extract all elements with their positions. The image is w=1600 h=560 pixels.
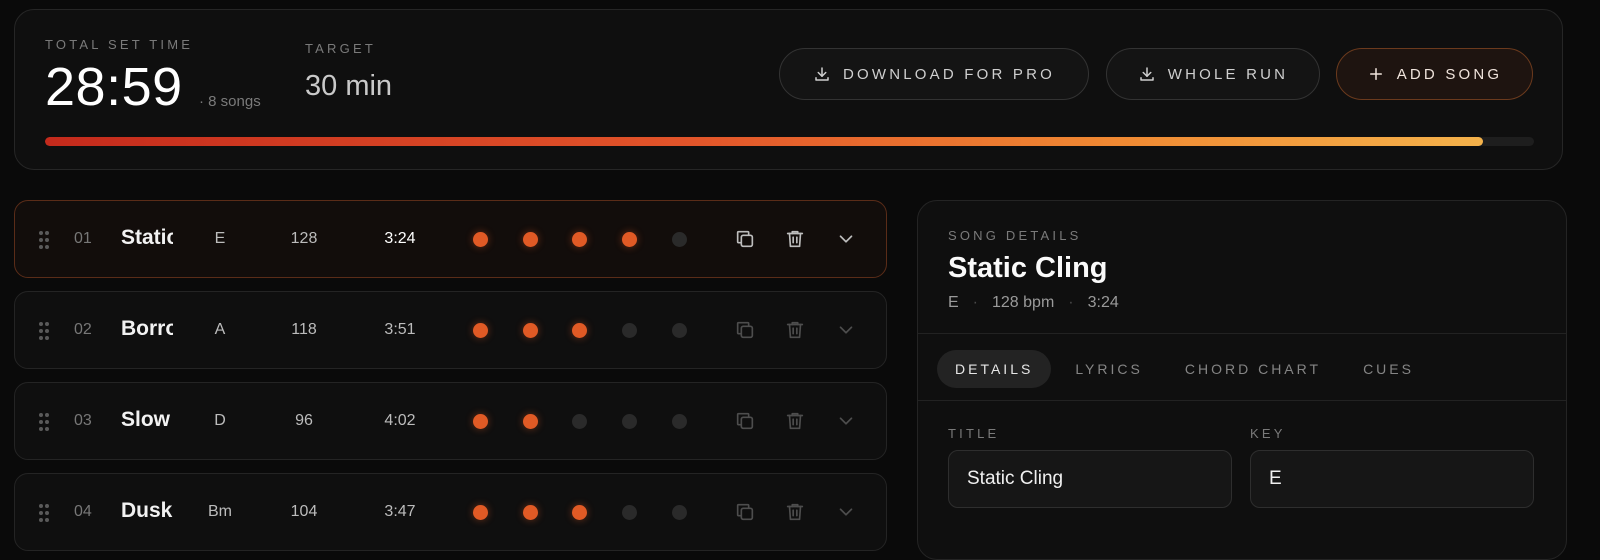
tab-lyrics[interactable]: LYRICS <box>1057 350 1161 388</box>
rating-dot[interactable] <box>672 323 687 338</box>
target-label: TARGET <box>305 41 376 56</box>
rating-dot[interactable] <box>572 232 587 247</box>
song-number: 02 <box>74 321 92 338</box>
duplicate-icon[interactable] <box>734 319 756 341</box>
duplicate-icon[interactable] <box>734 410 756 432</box>
song-title: Slow <box>121 408 171 431</box>
song-bpm: 128 <box>290 230 318 247</box>
download-for-pro-button[interactable]: DOWNLOAD FOR PRO <box>779 48 1089 100</box>
rating-dot[interactable] <box>523 505 538 520</box>
song-details-label: SONG DETAILS <box>948 228 1082 243</box>
rating-dot[interactable] <box>622 323 637 338</box>
trash-icon[interactable] <box>784 319 806 341</box>
song-duration: 4:02 <box>384 412 416 429</box>
add-song-button[interactable]: ADD SONG <box>1336 48 1533 100</box>
song-bpm: 118 <box>291 321 317 338</box>
song-duration: 3:24 <box>384 230 416 247</box>
duplicate-icon[interactable] <box>734 501 756 523</box>
rating-dot[interactable] <box>672 232 687 247</box>
rating-dot[interactable] <box>523 323 538 338</box>
song-key: E <box>214 230 226 247</box>
title-field[interactable]: Static Cling <box>948 450 1232 508</box>
chevron-down-icon[interactable] <box>835 319 857 341</box>
song-row[interactable]: 03 Slow D 96 4:02 <box>14 382 887 460</box>
rating-dot[interactable] <box>622 414 637 429</box>
song-title: Dusk <box>121 499 173 522</box>
trash-icon[interactable] <box>784 410 806 432</box>
rating-dot[interactable] <box>622 505 637 520</box>
rating-dot[interactable] <box>473 323 488 338</box>
set-time-progress-fill <box>45 137 1484 146</box>
rating-dot[interactable] <box>572 505 587 520</box>
download-for-pro-label: DOWNLOAD FOR PRO <box>842 65 1056 83</box>
song-count: · 8 songs <box>199 93 261 110</box>
duplicate-icon[interactable] <box>734 228 756 250</box>
drag-handle-icon[interactable] <box>38 230 50 250</box>
drag-handle-icon[interactable] <box>38 321 50 341</box>
chevron-down-icon[interactable] <box>835 410 857 432</box>
set-summary-card: TOTAL SET TIME 28:59 · 8 songs TARGET 30… <box>14 9 1563 170</box>
song-key: A <box>214 321 226 338</box>
set-time-progress-bar <box>45 137 1534 146</box>
song-title: Borrowed <box>121 317 173 340</box>
song-row[interactable]: 02 Borrowed A 118 3:51 <box>14 291 887 369</box>
rating-dot[interactable] <box>622 232 637 247</box>
song-key: Bm <box>208 503 232 520</box>
whole-run-button[interactable]: WHOLE RUN <box>1106 48 1320 100</box>
tab-chord-chart[interactable]: CHORD CHART <box>1167 350 1339 388</box>
key-field-label: KEY <box>1250 426 1286 441</box>
whole-run-label: WHOLE RUN <box>1167 65 1289 83</box>
tab-cues[interactable]: CUES <box>1345 350 1432 388</box>
rating-dot[interactable] <box>572 414 587 429</box>
drag-handle-icon[interactable] <box>38 503 50 523</box>
details-tabs: DETAILS LYRICS CHORD CHART CUES <box>937 350 1432 388</box>
divider <box>918 333 1566 334</box>
rating-dot[interactable] <box>672 414 687 429</box>
rating-dot[interactable] <box>672 505 687 520</box>
rating-dot[interactable] <box>523 232 538 247</box>
song-row[interactable]: 04 Dusk Bm 104 3:47 <box>14 473 887 551</box>
chevron-down-icon[interactable] <box>835 228 857 250</box>
plus-icon <box>1369 68 1382 80</box>
title-field-label: TITLE <box>948 426 1000 441</box>
meta-duration: 3:24 <box>1087 294 1119 311</box>
song-number: 01 <box>74 230 92 247</box>
song-details-meta: E · 128 bpm · 3:24 <box>948 294 1119 312</box>
drag-handle-icon[interactable] <box>38 412 50 432</box>
divider <box>918 400 1566 401</box>
rating-dot[interactable] <box>473 232 488 247</box>
rating-dot[interactable] <box>473 505 488 520</box>
download-icon <box>1140 67 1154 81</box>
rating-dot[interactable] <box>572 323 587 338</box>
trash-icon[interactable] <box>784 228 806 250</box>
song-duration: 3:47 <box>384 503 416 520</box>
meta-bpm: 128 bpm <box>992 294 1055 311</box>
tab-details[interactable]: DETAILS <box>937 350 1052 388</box>
song-details-title: Static Cling <box>948 252 1108 284</box>
song-details-panel: SONG DETAILS Static Cling E · 128 bpm · … <box>917 200 1567 560</box>
song-bpm: 104 <box>290 503 318 520</box>
song-key: D <box>214 412 226 429</box>
song-bpm: 96 <box>295 412 313 429</box>
add-song-label: ADD SONG <box>1396 65 1503 83</box>
meta-separator: · <box>972 294 978 311</box>
total-set-time-label: TOTAL SET TIME <box>45 37 194 52</box>
song-number: 04 <box>74 503 92 520</box>
total-set-time-value: 28:59 <box>45 57 183 117</box>
meta-key: E <box>948 294 959 311</box>
song-row[interactable]: 01 Static Cling E 128 3:24 <box>14 200 887 278</box>
target-value: 30 min <box>305 70 393 102</box>
meta-separator: · <box>1068 294 1074 311</box>
song-duration: 3:51 <box>384 321 416 338</box>
download-icon <box>815 67 829 81</box>
rating-dot[interactable] <box>473 414 488 429</box>
chevron-down-icon[interactable] <box>835 501 857 523</box>
trash-icon[interactable] <box>784 501 806 523</box>
key-field[interactable]: E <box>1250 450 1534 508</box>
rating-dot[interactable] <box>523 414 538 429</box>
song-number: 03 <box>74 412 92 429</box>
song-title: Static Cling <box>121 226 173 249</box>
